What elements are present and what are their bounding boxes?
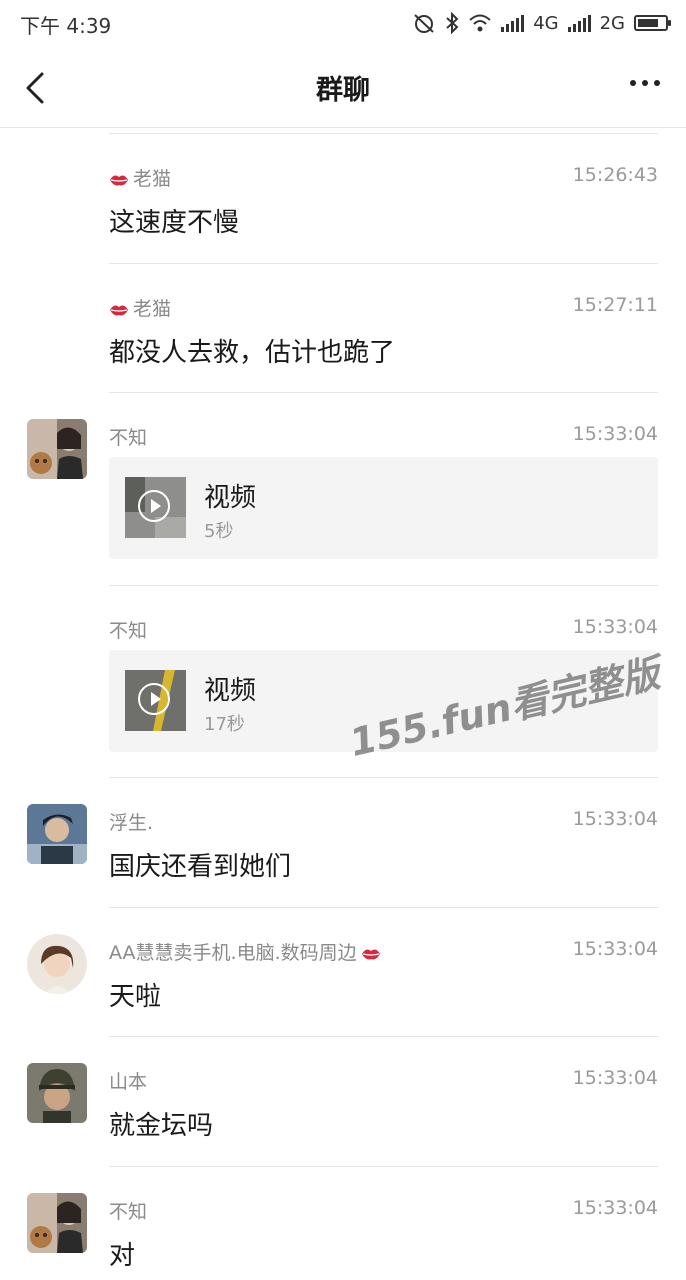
- wifi-icon: [469, 14, 491, 32]
- message-text[interactable]: 国庆还看到她们: [109, 846, 291, 883]
- message-item: 老猫 15:27:11 都没人去救，估计也跪了: [0, 264, 686, 394]
- message-time: 15:33:04: [572, 938, 658, 960]
- message-time: 15:26:43: [572, 164, 658, 186]
- message-item: 不知 15:33:04 视频 5秒: [0, 393, 686, 585]
- battery-icon: [634, 15, 671, 31]
- alarm-off-icon: [414, 14, 434, 33]
- message-time: 15:33:04: [572, 1067, 658, 1089]
- sender-name: 不知: [109, 427, 148, 449]
- sender-name-text: AA慧慧卖手机.电脑.数码周边: [109, 942, 357, 964]
- network-type-4g: 4G: [533, 12, 559, 34]
- avatar[interactable]: [27, 934, 87, 994]
- play-icon: [138, 683, 170, 715]
- play-icon: [138, 490, 170, 522]
- page-title: 群聊: [316, 75, 370, 106]
- sender-name: 老猫: [109, 164, 171, 191]
- status-icons: 4G 2G: [412, 9, 671, 37]
- message-item: 老猫 15:26:43 这速度不慢: [0, 134, 686, 264]
- sender-name: 不知: [109, 620, 148, 642]
- nav-bar: 群聊: [0, 48, 686, 128]
- bluetooth-icon: [446, 12, 459, 34]
- message-item: 不知 15:33:04 对: [0, 1167, 686, 1280]
- lips-icon: [110, 175, 128, 185]
- message-item: 浮生. 15:33:04 国庆还看到她们: [0, 778, 686, 908]
- sender-name-text: 老猫: [133, 298, 172, 320]
- more-options-icon[interactable]: [630, 80, 660, 86]
- message-text[interactable]: 就金坛吗: [109, 1105, 213, 1142]
- message-text[interactable]: 都没人去救，估计也跪了: [109, 332, 395, 369]
- lips-icon: [110, 305, 128, 315]
- sender-name: 山本: [109, 1071, 148, 1093]
- message-item: AA慧慧卖手机.电脑.数码周边 15:33:04 天啦: [0, 908, 686, 1038]
- avatar[interactable]: [27, 1063, 87, 1123]
- signal-strength-icon: [501, 14, 525, 32]
- message-time: 15:33:04: [572, 808, 658, 830]
- sender-name-text: 老猫: [133, 168, 172, 190]
- sender-name: 浮生.: [109, 812, 154, 834]
- avatar[interactable]: [27, 804, 87, 864]
- video-title: 视频: [204, 676, 257, 706]
- sender-name: AA慧慧卖手机.电脑.数码周边: [109, 938, 381, 965]
- signal-strength-icon-2: [567, 14, 591, 32]
- lips-icon: [361, 949, 380, 959]
- network-type-2g: 2G: [599, 12, 625, 34]
- video-thumbnail: [125, 477, 186, 538]
- sender-name: 不知: [109, 1201, 148, 1223]
- video-title: 视频: [204, 483, 257, 513]
- video-thumbnail: [125, 670, 186, 731]
- message-item: 山本 15:33:04 就金坛吗: [0, 1037, 686, 1167]
- video-message-card[interactable]: 视频 5秒: [109, 457, 658, 559]
- message-text[interactable]: 这速度不慢: [109, 202, 239, 239]
- avatar[interactable]: [27, 419, 87, 479]
- message-time: 15:33:04: [572, 423, 658, 445]
- message-time: 15:33:04: [572, 616, 658, 638]
- message-time: 15:27:11: [572, 294, 658, 316]
- message-time: 15:33:04: [572, 1197, 658, 1219]
- video-duration: 5秒: [204, 521, 234, 542]
- video-duration: 17秒: [204, 714, 245, 735]
- status-bar: 下午 4:39 4G 2G: [0, 0, 686, 48]
- sender-name: 老猫: [109, 294, 171, 321]
- avatar[interactable]: [27, 1193, 87, 1253]
- message-text[interactable]: 天啦: [109, 976, 161, 1013]
- message-text[interactable]: 对: [109, 1235, 135, 1272]
- status-time: 下午 4:39: [20, 14, 112, 38]
